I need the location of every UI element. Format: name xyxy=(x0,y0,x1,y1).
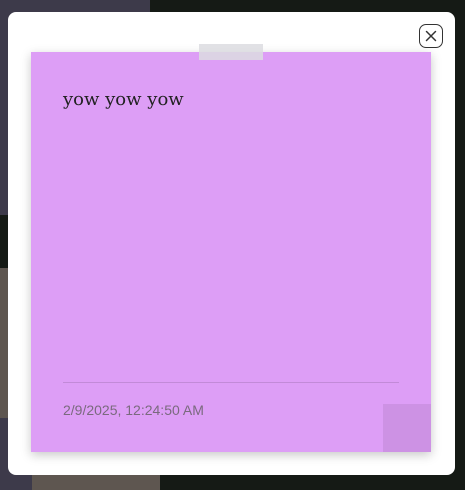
close-x-icon xyxy=(425,30,437,42)
note-text[interactable]: yow yow yow xyxy=(63,89,184,110)
note-timestamp: 2/9/2025, 12:24:50 AM xyxy=(63,402,204,418)
resize-handle[interactable] xyxy=(383,404,431,452)
tape-strip xyxy=(199,44,263,60)
close-button[interactable] xyxy=(419,24,443,48)
sticky-note[interactable]: yow yow yow 2/9/2025, 12:24:50 AM xyxy=(31,52,431,452)
note-divider xyxy=(63,382,399,383)
